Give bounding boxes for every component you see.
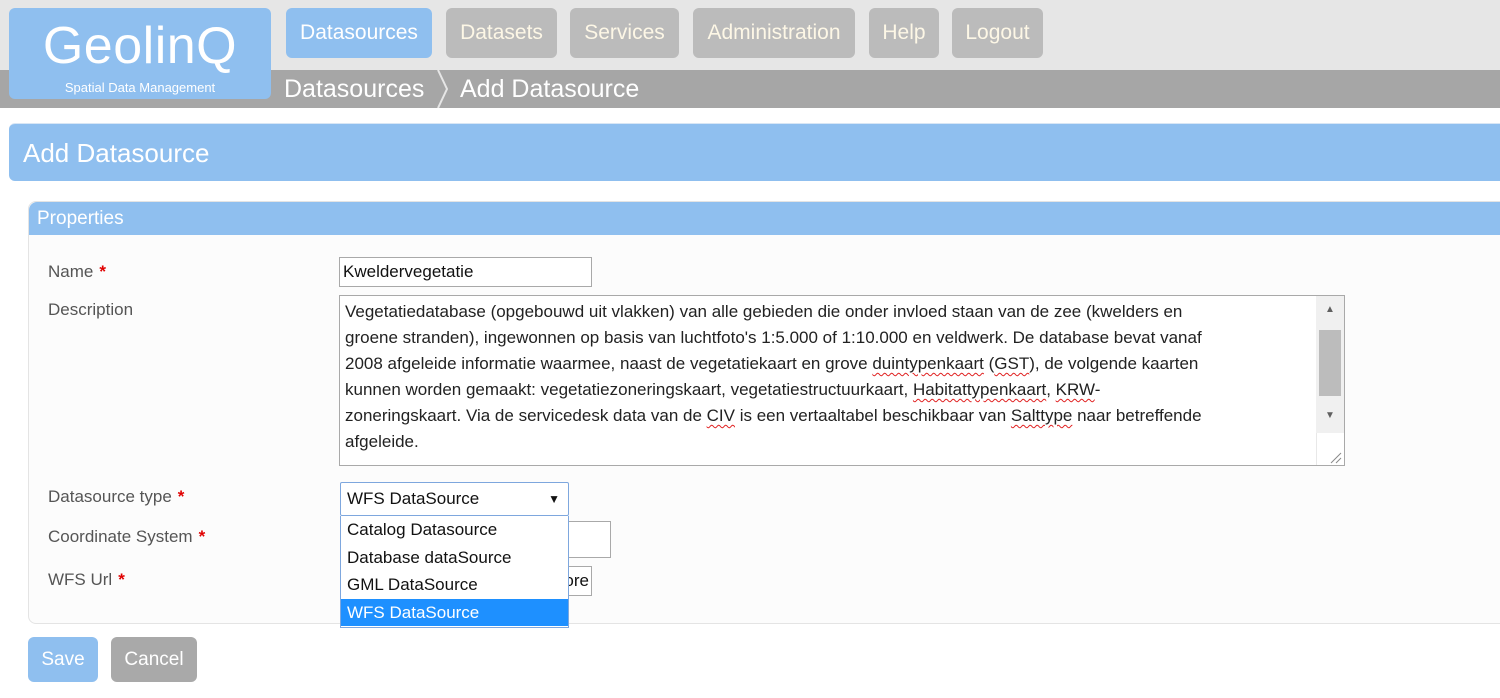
description-line: 2008 afgeleide informatie waarmee, naast… xyxy=(345,351,1314,377)
description-line: Vegetatiedatabase (opgebouwd uit vlakken… xyxy=(345,299,1314,325)
description-line: kunnen worden gemaakt: vegetatiezonering… xyxy=(345,377,1314,403)
datasource-type-dropdown: Catalog Datasource Database dataSource G… xyxy=(340,516,569,628)
save-button[interactable]: Save xyxy=(28,637,98,682)
nav-datasets[interactable]: Datasets xyxy=(446,8,557,58)
description-label: Description xyxy=(48,300,134,319)
coordinate-system-label: Coordinate System * xyxy=(48,527,205,547)
required-marker: * xyxy=(118,570,125,589)
logo-tagline: Spatial Data Management xyxy=(64,80,216,95)
wfs-url-label-text: WFS Url xyxy=(48,570,113,589)
description-text-segment: afgeleide. xyxy=(345,432,419,451)
nav-administration[interactable]: Administration xyxy=(693,8,855,58)
app-logo[interactable]: GeolinQ Spatial Data Management xyxy=(9,8,271,99)
resize-grip-icon xyxy=(1330,452,1342,464)
name-label-text: Name xyxy=(48,262,94,281)
description-scrollbar[interactable]: ▲ ▼ xyxy=(1316,296,1344,433)
breadcrumb-separator-icon xyxy=(437,70,449,108)
description-text-segment: ( xyxy=(983,354,995,373)
datasource-type-value: WFS DataSource xyxy=(347,489,480,508)
description-text-segment: ), de volgende kaarten xyxy=(1029,354,1199,373)
scroll-down-icon[interactable]: ▼ xyxy=(1316,406,1344,426)
description-text-segment: 2008 afgeleide informatie waarmee, naast… xyxy=(345,354,873,373)
datasource-type-label: Datasource type * xyxy=(48,487,184,507)
required-marker: * xyxy=(198,527,206,546)
spellcheck-flagged-word: Salttype xyxy=(1010,406,1073,425)
name-label: Name * xyxy=(48,262,106,282)
description-text-segment: kunnen worden gemaakt: vegetatiezonering… xyxy=(345,380,913,399)
option-database-datasource[interactable]: Database dataSource xyxy=(341,544,568,572)
wfs-url-label: WFS Url * xyxy=(48,570,125,590)
description-line: groene stranden), ingewonnen op basis va… xyxy=(345,325,1314,351)
description-text-segment: naar betreffende xyxy=(1072,406,1202,425)
required-marker: * xyxy=(177,487,185,506)
nav-services[interactable]: Services xyxy=(570,8,679,58)
breadcrumb-datasources[interactable]: Datasources xyxy=(284,70,424,108)
spellcheck-flagged-word: duintypenkaart xyxy=(872,354,984,373)
spellcheck-flagged-word: CIV xyxy=(706,406,735,425)
nav-datasources[interactable]: Datasources xyxy=(286,8,432,58)
description-text-segment: - xyxy=(1094,380,1101,399)
datasource-type-label-text: Datasource type xyxy=(48,487,172,506)
option-catalog-datasource[interactable]: Catalog Datasource xyxy=(341,516,568,544)
scrollbar-thumb[interactable] xyxy=(1319,330,1341,396)
resize-handle[interactable] xyxy=(1316,433,1344,465)
nav-help[interactable]: Help xyxy=(869,8,939,58)
description-text-segment: groene stranden), ingewonnen op basis va… xyxy=(345,328,1202,347)
chevron-down-icon: ▼ xyxy=(548,492,560,506)
cancel-button[interactable]: Cancel xyxy=(111,637,197,682)
datasource-type-select[interactable]: WFS DataSource ▼ xyxy=(340,482,569,516)
option-gml-datasource[interactable]: GML DataSource xyxy=(341,571,568,599)
description-textarea[interactable]: Vegetatiedatabase (opgebouwd uit vlakken… xyxy=(339,295,1345,466)
spellcheck-flagged-word: KRW xyxy=(1055,380,1095,399)
spellcheck-flagged-word: Habitattypenkaart xyxy=(912,380,1047,399)
nav-logout[interactable]: Logout xyxy=(952,8,1043,58)
description-line: afgeleide. xyxy=(345,429,1314,455)
description-text-segment: , xyxy=(1046,380,1056,399)
page-title: Add Datasource xyxy=(9,123,1500,181)
coordinate-system-label-text: Coordinate System xyxy=(48,527,193,546)
description-text-segment: Vegetatiedatabase (opgebouwd uit vlakken… xyxy=(345,302,1183,321)
description-text-segment: zoneringskaart. Via de servicedesk data … xyxy=(345,406,707,425)
scroll-up-icon[interactable]: ▲ xyxy=(1316,300,1344,320)
spellcheck-flagged-word: GST xyxy=(994,354,1030,373)
description-line: zoneringskaart. Via de servicedesk data … xyxy=(345,403,1314,429)
description-text-segment: is een vertaaltabel beschikbaar van xyxy=(734,406,1011,425)
breadcrumb-current: Add Datasource xyxy=(460,75,640,103)
required-marker: * xyxy=(99,262,106,281)
properties-heading: Properties xyxy=(29,202,1500,235)
option-wfs-datasource[interactable]: WFS DataSource xyxy=(341,598,568,626)
logo-name: GeolinQ xyxy=(42,17,238,75)
name-input[interactable] xyxy=(339,257,592,287)
description-text: Vegetatiedatabase (opgebouwd uit vlakken… xyxy=(345,299,1314,455)
